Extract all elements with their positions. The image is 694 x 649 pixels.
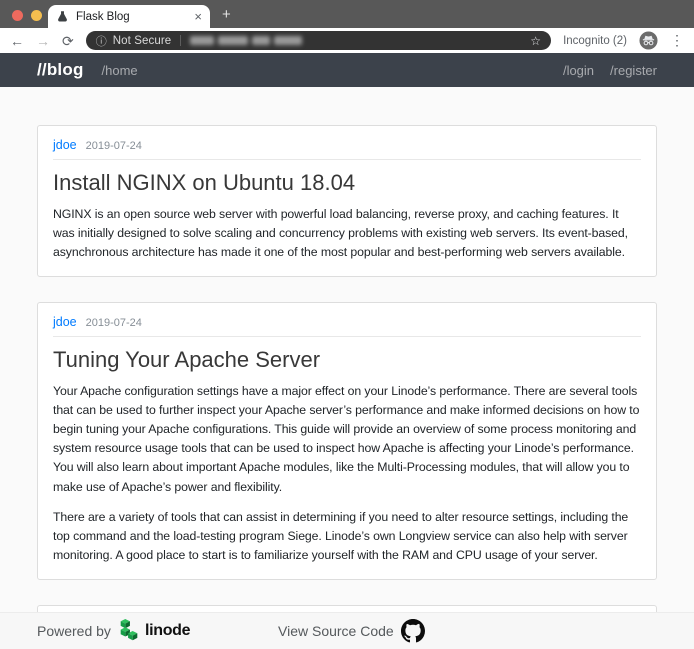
- info-icon[interactable]: ⓘ: [96, 33, 107, 49]
- tab-strip: Flask Blog × +: [0, 0, 694, 28]
- tab-close-icon[interactable]: ×: [194, 10, 202, 23]
- security-label: Not Secure: [113, 35, 172, 47]
- reload-icon[interactable]: ⟳: [62, 34, 74, 48]
- linode-wordmark: linode: [145, 622, 190, 640]
- bookmark-star-icon[interactable]: ☆: [530, 34, 541, 48]
- posts-list: jdoe 2019-07-24 Install NGINX on Ubuntu …: [37, 87, 657, 649]
- tab-title: Flask Blog: [76, 11, 187, 23]
- powered-by-label: Powered by: [37, 623, 111, 639]
- post-title-link[interactable]: Tuning Your Apache Server: [53, 346, 641, 375]
- new-tab-button[interactable]: +: [222, 6, 231, 23]
- browser-menu-icon[interactable]: ⋮: [670, 32, 684, 49]
- browser-window: Flask Blog × + ← → ⟳ ⓘ Not Secure ☆ Inco…: [0, 0, 694, 649]
- browser-tab-flask-blog[interactable]: Flask Blog ×: [48, 5, 210, 28]
- site-footer: Powered by: [0, 612, 694, 649]
- nav-login-link[interactable]: /login: [563, 63, 594, 78]
- author-link[interactable]: jdoe: [53, 138, 77, 152]
- post-date: 2019-07-24: [86, 140, 142, 152]
- author-link[interactable]: jdoe: [53, 315, 77, 329]
- close-window-button[interactable]: [12, 10, 23, 21]
- linode-link[interactable]: linode: [117, 619, 190, 643]
- post-date: 2019-07-24: [86, 317, 142, 329]
- post-excerpt: There are a variety of tools that can as…: [53, 508, 641, 566]
- github-icon: [401, 619, 425, 643]
- minimize-window-button[interactable]: [31, 10, 42, 21]
- post-excerpt: NGINX is an open source web server with …: [53, 205, 641, 263]
- view-source-link[interactable]: View Source Code: [278, 623, 394, 639]
- flask-favicon-icon: [56, 10, 69, 23]
- incognito-badge-icon: [639, 31, 658, 50]
- github-link[interactable]: [401, 619, 425, 643]
- incognito-label: Incognito (2): [563, 35, 627, 47]
- post-card: jdoe 2019-07-24 Tuning Your Apache Serve…: [37, 302, 657, 580]
- address-url-redacted: [190, 36, 302, 45]
- post-meta: jdoe 2019-07-24: [53, 315, 641, 337]
- nav-register-link[interactable]: /register: [610, 63, 657, 78]
- forward-icon[interactable]: →: [36, 34, 50, 48]
- back-icon[interactable]: ←: [10, 34, 24, 48]
- post-card: jdoe 2019-07-24 Install NGINX on Ubuntu …: [37, 125, 657, 277]
- address-bar[interactable]: ⓘ Not Secure ☆: [86, 31, 551, 50]
- address-divider: [180, 35, 181, 46]
- brand-link[interactable]: //blog: [37, 60, 84, 80]
- browser-toolbar: ← → ⟳ ⓘ Not Secure ☆ Incognito (2) ⋮: [0, 28, 694, 53]
- nav-home-link[interactable]: /home: [102, 63, 138, 78]
- post-meta: jdoe 2019-07-24: [53, 138, 641, 160]
- page-viewport: //blog /home /login /register jdoe 2019-…: [0, 53, 694, 649]
- post-title-link[interactable]: Install NGINX on Ubuntu 18.04: [53, 169, 641, 198]
- linode-logo-icon: [117, 619, 141, 643]
- post-excerpt: Your Apache configuration settings have …: [53, 382, 641, 497]
- site-navbar: //blog /home /login /register: [0, 53, 694, 87]
